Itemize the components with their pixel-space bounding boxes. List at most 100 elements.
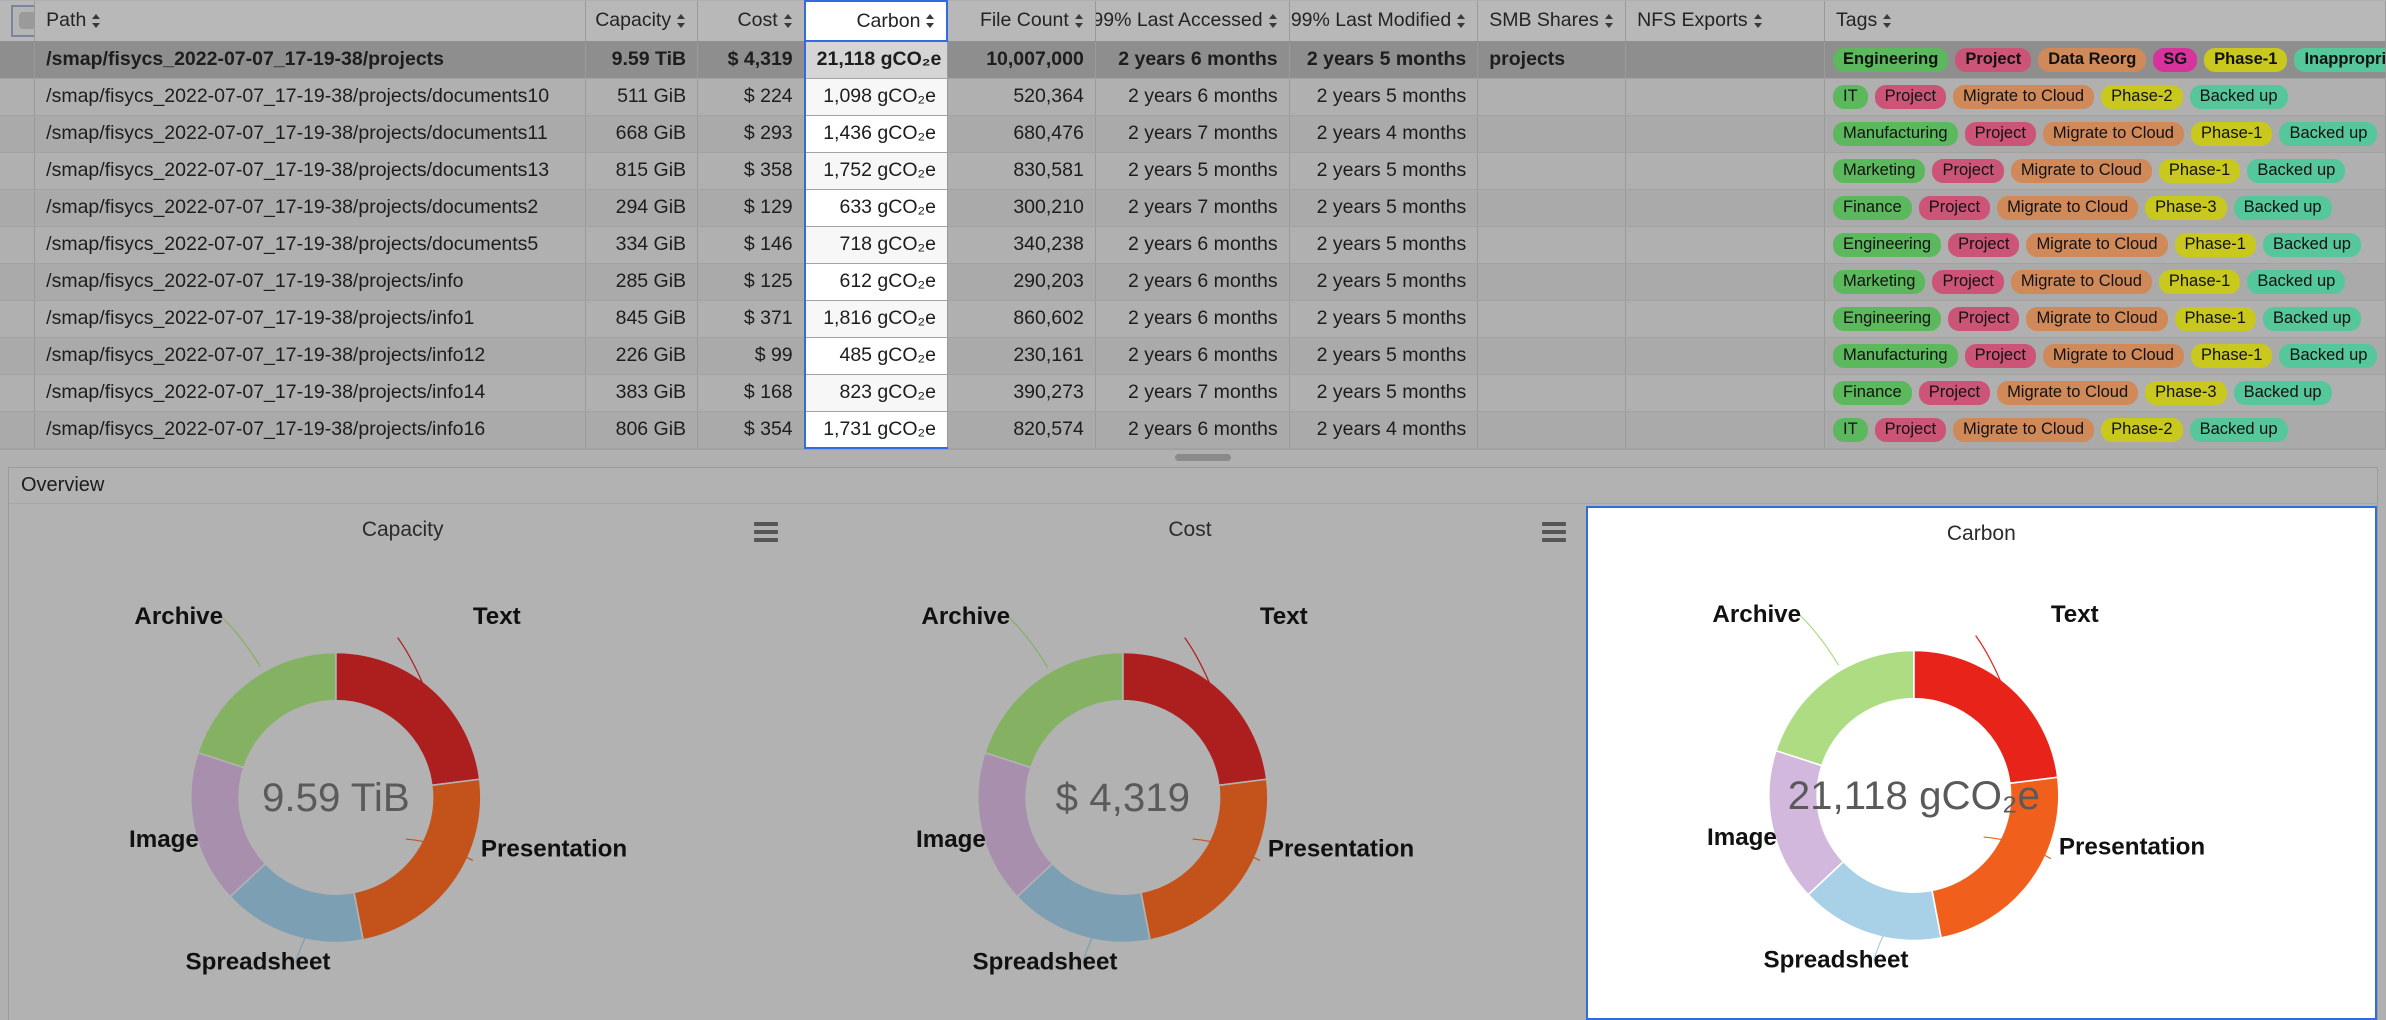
tag-chip[interactable]: Migrate to Cloud <box>2026 233 2167 257</box>
sort-arrows-icon[interactable] <box>926 13 935 29</box>
tag-chip[interactable]: Migrate to Cloud <box>2043 344 2184 368</box>
row-select-checkbox[interactable] <box>0 115 35 152</box>
row-select-checkbox[interactable] <box>0 337 35 374</box>
column-header-last-accessed[interactable]: 99% Last Accessed <box>1095 1 1289 41</box>
chart-card-carbon[interactable]: CarbonTextPresentationSpreadsheetImageAr… <box>1586 506 2377 1020</box>
sort-arrows-icon[interactable] <box>1457 13 1466 29</box>
chart-card-capacity[interactable]: CapacityTextPresentationSpreadsheetImage… <box>9 504 796 1020</box>
tag-chip[interactable]: Backed up <box>2263 233 2361 257</box>
tag-chip[interactable]: Project <box>1875 418 1946 442</box>
table-row[interactable]: /smap/fisycs_2022-07-07_17-19-38/project… <box>0 374 2386 411</box>
tag-chip[interactable]: Backed up <box>2279 344 2377 368</box>
donut-slice-text[interactable] <box>1914 650 2058 783</box>
tag-chip[interactable]: Project <box>1919 381 1990 405</box>
sort-arrows-icon[interactable] <box>1269 13 1278 29</box>
tag-chip[interactable]: Finance <box>1833 381 1912 405</box>
tag-chip[interactable]: IT <box>1833 85 1868 109</box>
tag-chip[interactable]: Project <box>1919 196 1990 220</box>
tag-chip[interactable]: Phase-2 <box>2101 85 2182 109</box>
tag-chip[interactable]: Migrate to Cloud <box>2011 270 2152 294</box>
tag-chip[interactable]: SG <box>2153 48 2197 72</box>
tag-chip[interactable]: Backed up <box>2263 307 2361 331</box>
column-header-cost[interactable]: Cost <box>698 1 805 41</box>
table-row[interactable]: /smap/fisycs_2022-07-07_17-19-38/project… <box>0 411 2386 448</box>
tag-chip[interactable]: Marketing <box>1833 270 1925 294</box>
sort-arrows-icon[interactable] <box>1605 13 1614 29</box>
tag-chip[interactable]: Phase-1 <box>2175 307 2256 331</box>
tag-chip[interactable]: Project <box>1948 307 2019 331</box>
select-all-header[interactable] <box>0 1 35 41</box>
row-select-checkbox[interactable] <box>0 263 35 300</box>
chart-card-cost[interactable]: CostTextPresentationSpreadsheetImageArch… <box>796 504 1583 1020</box>
tag-chip[interactable]: Backed up <box>2279 122 2377 146</box>
row-select-checkbox[interactable] <box>0 300 35 337</box>
table-row[interactable]: /smap/fisycs_2022-07-07_17-19-38/project… <box>0 300 2386 337</box>
tag-chip[interactable]: Project <box>1932 270 2003 294</box>
donut-slice-image[interactable] <box>978 753 1053 897</box>
tag-chip[interactable]: Project <box>1932 159 2003 183</box>
tag-chip[interactable]: Phase-3 <box>2145 381 2226 405</box>
tag-chip[interactable]: Phase-1 <box>2204 48 2287 72</box>
row-select-checkbox[interactable] <box>0 152 35 189</box>
tag-chip[interactable]: Phase-1 <box>2191 344 2272 368</box>
horizontal-scrollbar[interactable] <box>0 449 2386 463</box>
donut-slice-text[interactable] <box>336 652 480 785</box>
tag-chip[interactable]: Migrate to Cloud <box>2026 307 2167 331</box>
column-header-carbon[interactable]: Carbon <box>805 1 948 41</box>
tag-chip[interactable]: Migrate to Cloud <box>1997 196 2138 220</box>
sort-arrows-icon[interactable] <box>677 13 686 29</box>
donut-slice-archive[interactable] <box>1776 650 1914 765</box>
tag-chip[interactable]: Data Reorg <box>2038 48 2146 72</box>
tag-chip[interactable]: Marketing <box>1833 159 1925 183</box>
tag-chip[interactable]: Manufacturing <box>1833 344 1958 368</box>
tag-chip[interactable]: Backed up <box>2234 196 2332 220</box>
tag-chip[interactable]: Phase-1 <box>2159 270 2240 294</box>
tag-chip[interactable]: Phase-1 <box>2191 122 2272 146</box>
row-select-checkbox[interactable] <box>0 411 35 448</box>
select-all-checkbox[interactable] <box>11 5 35 37</box>
donut-slice-archive[interactable] <box>985 652 1123 767</box>
horizontal-scrollbar-thumb[interactable] <box>1175 454 1231 461</box>
tag-chip[interactable]: Backed up <box>2190 85 2288 109</box>
column-header-last-modified[interactable]: 99% Last Modified <box>1289 1 1478 41</box>
tag-chip[interactable]: Phase-2 <box>2101 418 2182 442</box>
column-header-capacity[interactable]: Capacity <box>585 1 697 41</box>
row-select-checkbox[interactable] <box>0 189 35 226</box>
column-header-file-count[interactable]: File Count <box>947 1 1095 41</box>
tag-chip[interactable]: Backed up <box>2234 381 2332 405</box>
row-select-checkbox[interactable] <box>0 78 35 115</box>
tag-chip[interactable]: Project <box>1955 48 2031 72</box>
tag-chip[interactable]: IT <box>1833 418 1868 442</box>
table-row[interactable]: /smap/fisycs_2022-07-07_17-19-38/project… <box>0 152 2386 189</box>
table-row[interactable]: /smap/fisycs_2022-07-07_17-19-38/project… <box>0 226 2386 263</box>
tag-chip[interactable]: Inappropriate <box>2294 48 2385 72</box>
donut-slice-image[interactable] <box>190 753 265 897</box>
column-header-tags[interactable]: Tags <box>1825 1 2386 41</box>
tag-chip[interactable]: Migrate to Cloud <box>1997 381 2138 405</box>
tag-chip[interactable]: Backed up <box>2190 418 2288 442</box>
tag-chip[interactable]: Engineering <box>1833 48 1948 72</box>
tag-chip[interactable]: Phase-1 <box>2159 159 2240 183</box>
tag-chip[interactable]: Project <box>1965 122 2036 146</box>
table-row[interactable]: /smap/fisycs_2022-07-07_17-19-38/project… <box>0 115 2386 152</box>
row-select-checkbox[interactable] <box>0 226 35 263</box>
donut-slice-text[interactable] <box>1123 652 1267 785</box>
column-header-nfs-exports[interactable]: NFS Exports <box>1626 1 1825 41</box>
tag-chip[interactable]: Phase-3 <box>2145 196 2226 220</box>
sort-arrows-icon[interactable] <box>1754 13 1763 29</box>
tag-chip[interactable]: Project <box>1875 85 1946 109</box>
sort-arrows-icon[interactable] <box>1075 13 1084 29</box>
tag-chip[interactable]: Backed up <box>2247 270 2345 294</box>
table-row[interactable]: /smap/fisycs_2022-07-07_17-19-38/project… <box>0 337 2386 374</box>
sort-arrows-icon[interactable] <box>92 13 101 29</box>
tag-chip[interactable]: Project <box>1948 233 2019 257</box>
tag-chip[interactable]: Migrate to Cloud <box>2011 159 2152 183</box>
tag-chip[interactable]: Migrate to Cloud <box>2043 122 2184 146</box>
sort-arrows-icon[interactable] <box>1883 13 1892 29</box>
tag-chip[interactable]: Backed up <box>2247 159 2345 183</box>
hamburger-menu-icon[interactable] <box>754 522 778 542</box>
column-header-smb-shares[interactable]: SMB Shares <box>1478 1 1626 41</box>
tag-chip[interactable]: Migrate to Cloud <box>1953 85 2094 109</box>
table-row[interactable]: /smap/fisycs_2022-07-07_17-19-38/project… <box>0 78 2386 115</box>
row-select-checkbox[interactable] <box>0 41 35 78</box>
